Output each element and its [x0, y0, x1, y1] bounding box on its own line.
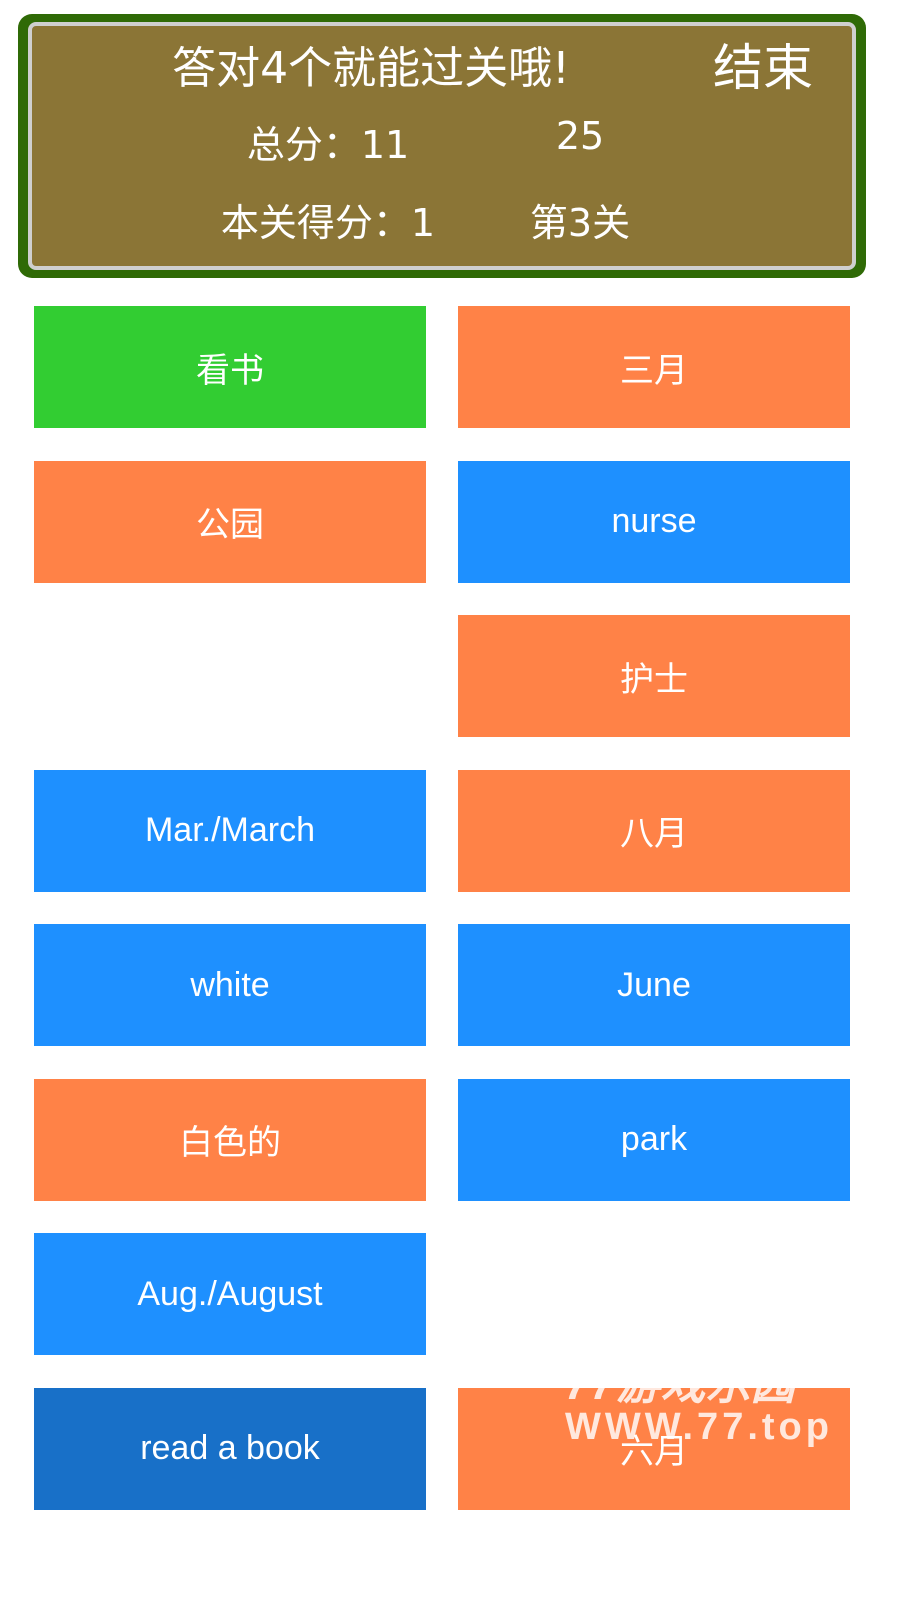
word-card[interactable]: 护士: [458, 615, 850, 737]
timer: 25: [555, 114, 605, 158]
end-button[interactable]: 结束: [713, 28, 813, 100]
level-indicator: 第3关: [529, 201, 631, 245]
card-grid: 看书 三月 公园 nurse 护士 Mar./March 八月 white June 白色的 par…: [34, 306, 850, 1510]
score-panel: 答对4个就能过关哦! 结束 总分：11 25 本关得分：1 第3关: [18, 14, 866, 278]
hint-text: 答对4个就能过关哦!: [172, 43, 570, 94]
total-score: 总分：11: [246, 123, 410, 167]
word-card[interactable]: park: [458, 1078, 850, 1201]
word-card[interactable]: nurse: [458, 460, 850, 583]
word-card[interactable]: June: [458, 924, 850, 1046]
word-card[interactable]: 公园: [34, 460, 426, 583]
word-card[interactable]: 六月: [458, 1387, 850, 1510]
word-card[interactable]: 白色的: [34, 1078, 426, 1201]
word-card[interactable]: Mar./March: [34, 769, 426, 892]
level-score: 本关得分：1: [220, 201, 436, 245]
word-card[interactable]: white: [34, 924, 426, 1046]
word-card[interactable]: 三月: [458, 306, 850, 428]
word-card[interactable]: Aug./August: [34, 1233, 426, 1355]
word-card[interactable]: read a book: [34, 1387, 426, 1510]
word-card[interactable]: 八月: [458, 769, 850, 892]
word-card[interactable]: 看书: [34, 306, 426, 428]
